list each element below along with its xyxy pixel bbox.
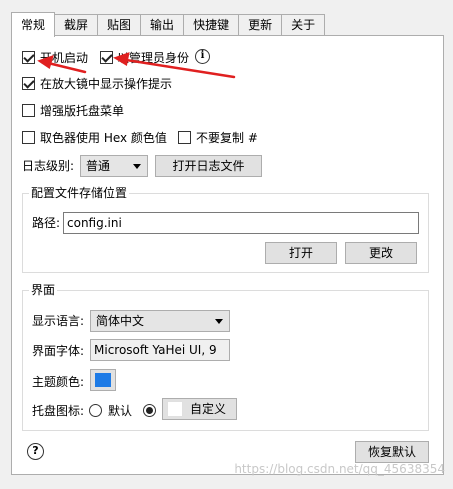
autostart-checkbox[interactable]: [22, 51, 35, 64]
font-label: 界面字体:: [32, 344, 85, 358]
help-icon[interactable]: ?: [27, 443, 44, 460]
hex-color-label: 取色器使用 Hex 颜色值: [40, 131, 167, 145]
tray-icon-label: 托盘图标:: [32, 404, 85, 418]
tab-pin[interactable]: 贴图: [97, 14, 142, 36]
hex-color-checkbox[interactable]: [22, 131, 35, 144]
theme-color-button[interactable]: [90, 369, 116, 391]
config-change-button[interactable]: 更改: [345, 242, 417, 264]
admin-label: 以管理员身份: [117, 51, 190, 65]
tab-update[interactable]: 更新: [238, 14, 283, 36]
chevron-down-icon: [133, 164, 141, 169]
enhanced-tray-label: 增强版托盘菜单: [40, 104, 125, 118]
theme-color-label: 主题颜色:: [32, 375, 85, 389]
tab-output[interactable]: 输出: [140, 14, 185, 36]
log-level-label: 日志级别:: [22, 159, 75, 173]
magnifier-tip-label: 在放大镜中显示操作提示: [40, 77, 173, 91]
font-field[interactable]: Microsoft YaHei UI, 9: [90, 339, 230, 361]
autostart-label: 开机启动: [40, 51, 89, 65]
config-path-label: 路径:: [32, 216, 61, 230]
tray-custom-radio[interactable]: [143, 404, 156, 417]
ui-group-title: 界面: [29, 283, 58, 297]
tab-screenshot[interactable]: 截屏: [54, 14, 99, 36]
config-open-button[interactable]: 打开: [265, 242, 337, 264]
language-label: 显示语言:: [32, 314, 85, 328]
theme-color-swatch: [95, 373, 111, 387]
language-value: 简体中文: [96, 314, 145, 328]
no-copy-hash-checkbox[interactable]: [178, 131, 191, 144]
info-icon[interactable]: i: [195, 49, 210, 64]
chevron-down-icon: [215, 319, 223, 324]
enhanced-tray-checkbox[interactable]: [22, 104, 35, 117]
tab-bar: 常规 截屏 贴图 输出 快捷键 更新 关于: [11, 12, 326, 37]
tray-custom-label: 自定义: [190, 402, 227, 416]
tab-shortcuts[interactable]: 快捷键: [183, 14, 240, 36]
config-path-input[interactable]: config.ini: [63, 212, 419, 234]
no-copy-hash-label: 不要复制 #: [196, 131, 258, 145]
open-log-button[interactable]: 打开日志文件: [155, 155, 262, 177]
admin-checkbox[interactable]: [100, 51, 113, 64]
log-level-value: 普通: [86, 159, 111, 173]
config-group-title: 配置文件存储位置: [29, 186, 130, 200]
restore-default-button[interactable]: 恢复默认: [355, 441, 429, 463]
magnifier-tip-checkbox[interactable]: [22, 77, 35, 90]
tab-general[interactable]: 常规: [11, 12, 56, 37]
tray-default-radio[interactable]: [89, 404, 102, 417]
language-dropdown[interactable]: 简体中文: [90, 310, 230, 332]
tray-custom-button[interactable]: 自定义: [162, 398, 237, 420]
tab-about[interactable]: 关于: [281, 14, 326, 36]
tray-default-label: 默认: [108, 404, 133, 418]
tray-icon-preview: [167, 401, 183, 417]
watermark: https://blog.csdn.net/qq_45638354: [234, 462, 445, 476]
log-level-dropdown[interactable]: 普通: [80, 155, 148, 177]
